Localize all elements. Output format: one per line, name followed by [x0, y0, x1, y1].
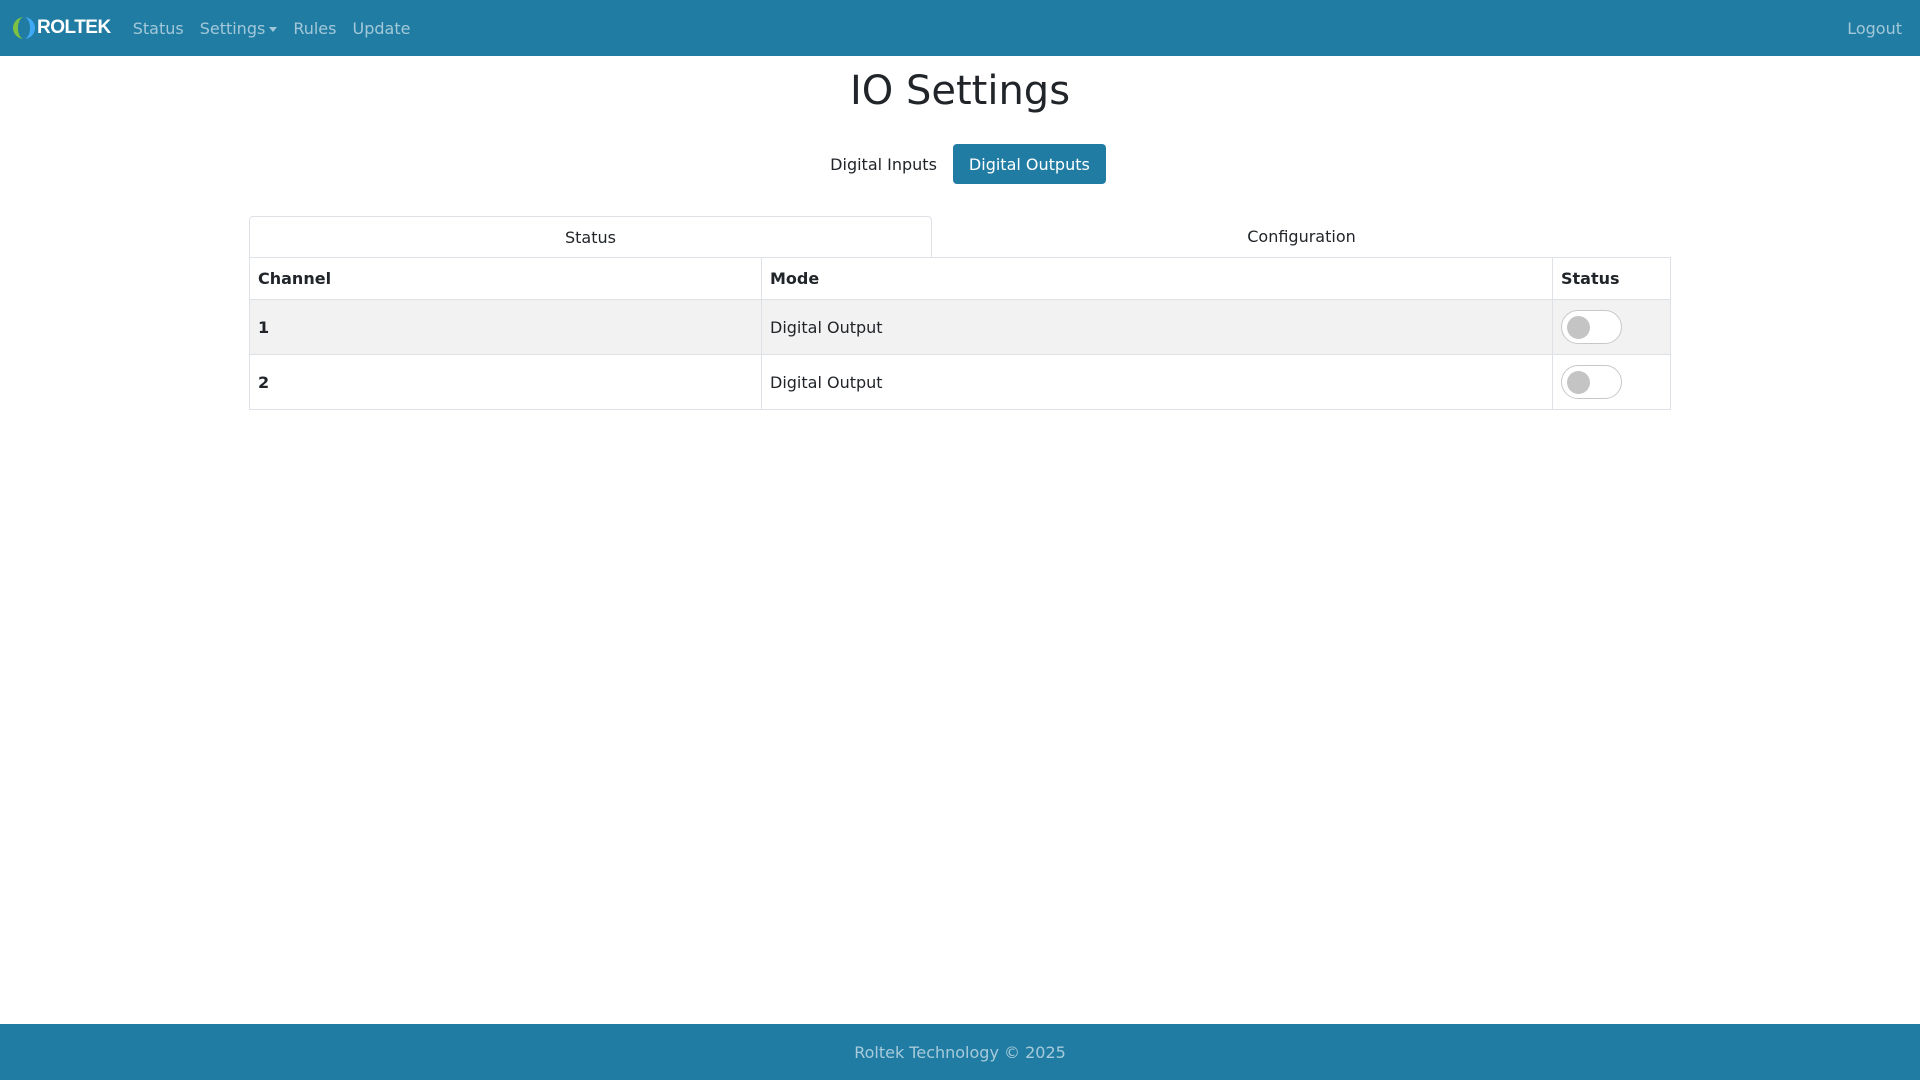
outputs-table: Channel Mode Status 1 Digital Output 2 D…	[249, 257, 1671, 410]
nav-update-link[interactable]: Update	[352, 19, 410, 38]
footer-copyright: Roltek Technology © 2025	[854, 1042, 1066, 1062]
status-cell	[1552, 354, 1671, 410]
header-mode: Mode	[761, 257, 1553, 300]
nav-settings-label: Settings	[199, 18, 266, 38]
status-cell	[1552, 299, 1671, 355]
channel-cell: 1	[249, 299, 762, 355]
tab-status[interactable]: Status	[249, 216, 932, 258]
header-status: Status	[1552, 257, 1671, 300]
brand-name: ROLTEK	[37, 17, 111, 38]
table-row: 2 Digital Output	[249, 354, 1671, 410]
toggle-knob	[1567, 316, 1590, 339]
io-type-pills: Digital Inputs Digital Outputs	[0, 144, 1920, 184]
mode-cell: Digital Output	[761, 354, 1553, 410]
page-footer: Roltek Technology © 2025	[0, 1024, 1920, 1080]
table-row: 1 Digital Output	[249, 299, 1671, 355]
toggle-knob	[1567, 371, 1590, 394]
output-toggle-switch[interactable]	[1561, 365, 1622, 399]
page-title: IO Settings	[849, 68, 1071, 114]
top-navbar: ROLTEK Status Settings Rules Update Logo…	[0, 0, 1920, 56]
mode-cell: Digital Output	[761, 299, 1553, 355]
nav-settings-dropdown[interactable]: Settings	[200, 19, 278, 38]
digital-outputs-pill[interactable]: Digital Outputs	[952, 144, 1106, 184]
channel-cell: 2	[249, 354, 762, 410]
header-channel: Channel	[249, 257, 762, 300]
table-header-row: Channel Mode Status	[249, 257, 1671, 300]
nav-status-link[interactable]: Status	[133, 19, 184, 38]
logout-link[interactable]: Logout	[1847, 19, 1902, 38]
nav-rules-link[interactable]: Rules	[293, 19, 336, 38]
output-toggle-switch[interactable]	[1561, 310, 1622, 344]
digital-inputs-pill[interactable]: Digital Inputs	[814, 144, 953, 184]
brand-link[interactable]: ROLTEK	[12, 16, 111, 40]
roltek-logo-icon	[13, 17, 35, 39]
caret-down-icon	[269, 26, 278, 32]
tab-configuration[interactable]: Configuration	[932, 216, 1671, 258]
view-tabs: Status Configuration	[249, 216, 1671, 258]
